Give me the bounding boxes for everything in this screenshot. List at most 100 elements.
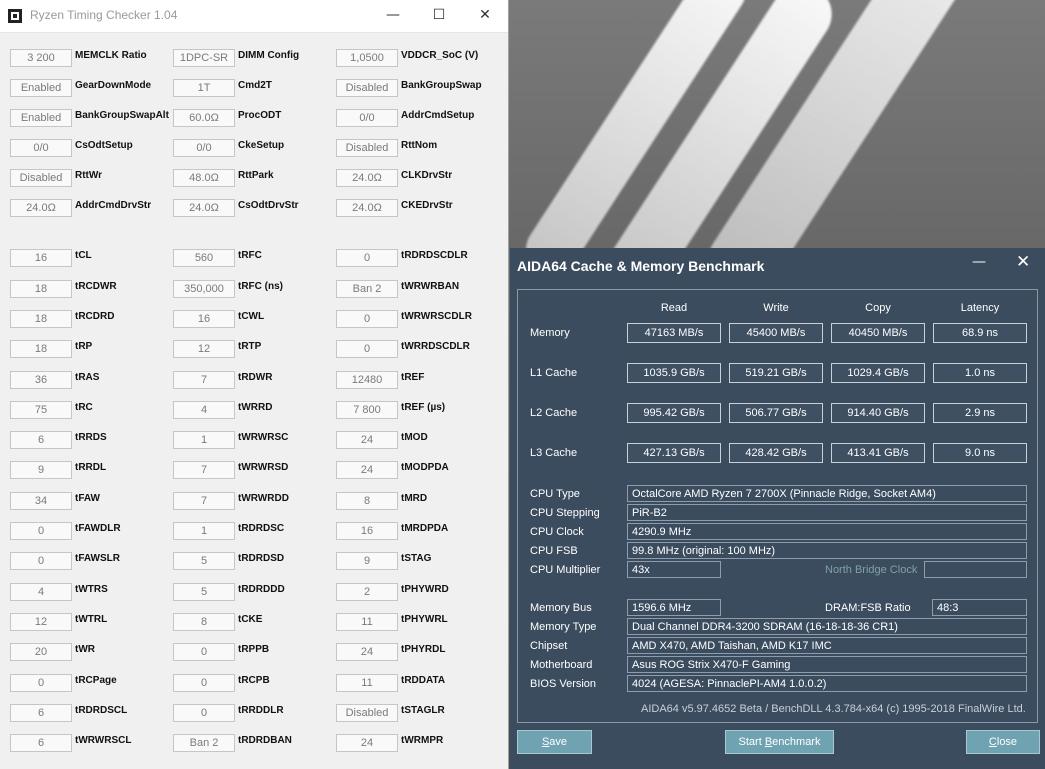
- l1-write-value: 519.21 GB/s: [729, 363, 823, 383]
- trcdwr-value: 18: [10, 280, 72, 298]
- tmod-value: 24: [336, 431, 398, 449]
- tphyrdl-label: tPHYRDL: [401, 644, 446, 655]
- tstaglr-value: Disabled: [336, 704, 398, 722]
- trcdrd-label: tRCDRD: [75, 311, 115, 322]
- trdrdscl-value: 6: [10, 704, 72, 722]
- bankgroupswapalt-label: BankGroupSwapAlt: [75, 110, 169, 121]
- trrds-value: 6: [10, 431, 72, 449]
- tfaw-label: tFAW: [75, 493, 100, 504]
- twrwrban-label: tWRWRBAN: [401, 281, 460, 292]
- trddata-value: 11: [336, 674, 398, 692]
- column-header-read: Read: [660, 302, 688, 314]
- tfaw-value: 34: [10, 492, 72, 510]
- twr-label: tWR: [75, 644, 95, 655]
- benchmark-panel: Read Write Copy Latency Memory 47163 MB/…: [517, 289, 1038, 723]
- start-benchmark-button[interactable]: Start Benchmark: [725, 730, 834, 754]
- tref-value: 12480: [336, 371, 398, 389]
- rttnom-value: Disabled: [336, 139, 398, 157]
- vddcr-soc-v-label: VDDCR_SoC (V): [401, 50, 479, 61]
- cpu-clock-label: CPU Clock: [530, 526, 584, 538]
- trdrddd-value: 5: [173, 583, 235, 601]
- cmd2t-label: Cmd2T: [238, 80, 272, 91]
- close-button-label: lose: [996, 736, 1018, 748]
- trdrdscl-label: tRDRDSCL: [75, 705, 128, 716]
- ckesetup-label: CkeSetup: [238, 140, 285, 151]
- trdrdsd-label: tRDRDSD: [238, 553, 285, 564]
- twtrs-value: 4: [10, 583, 72, 601]
- tmodpda-label: tMODPDA: [401, 462, 449, 473]
- rttnom-label: RttNom: [401, 140, 438, 151]
- dram-fsb-ratio-value: 48:3: [932, 599, 1027, 616]
- trcpb-value: 0: [173, 674, 235, 692]
- tstag-value: 9: [336, 552, 398, 570]
- trdrddd-label: tRDRDDD: [238, 584, 285, 595]
- row-label-memory: Memory: [530, 327, 570, 339]
- tphywrl-label: tPHYWRL: [401, 614, 448, 625]
- twrmpr-value: 24: [336, 734, 398, 752]
- tmrdpda-label: tMRDPDA: [401, 523, 449, 534]
- trdrdsc-label: tRDRDSC: [238, 523, 285, 534]
- minimize-icon[interactable]: —: [370, 0, 416, 32]
- twrrd-value: 4: [173, 401, 235, 419]
- tfawdlr-label: tFAWDLR: [75, 523, 121, 534]
- tfawslr-value: 0: [10, 552, 72, 570]
- csodtdrvstr-value: 24.0Ω: [173, 199, 235, 217]
- trcdrd-value: 18: [10, 310, 72, 328]
- bios-version-value: 4024 (AGESA: PinnaclePI-AM4 1.0.0.2): [627, 675, 1027, 692]
- window-title: Ryzen Timing Checker 1.04: [30, 8, 178, 22]
- start-benchmark-label-pre: Start: [738, 736, 765, 748]
- dimm-config-value: 1DPC-SR: [173, 49, 235, 67]
- tref-s-label: tREF (µs): [401, 402, 446, 413]
- twrwrdd-value: 7: [173, 492, 235, 510]
- tmodpda-value: 24: [336, 461, 398, 479]
- maximize-icon[interactable]: ☐: [416, 0, 462, 32]
- save-button[interactable]: Save: [517, 730, 592, 754]
- row-label-l1-cache: L1 Cache: [530, 367, 578, 379]
- close-button-accel: C: [988, 736, 997, 748]
- close-icon[interactable]: ✕: [462, 0, 508, 32]
- close-icon[interactable]: ✕: [1016, 252, 1030, 272]
- trp-value: 18: [10, 340, 72, 358]
- tphywrd-value: 2: [336, 583, 398, 601]
- memory-latency-value: 68.9 ns: [933, 323, 1027, 343]
- rttpark-label: RttPark: [238, 170, 274, 181]
- csodtsetup-label: CsOdtSetup: [75, 140, 133, 151]
- twrwrsc-value: 1: [173, 431, 235, 449]
- csodtdrvstr-label: CsOdtDrvStr: [238, 200, 299, 211]
- trtp-label: tRTP: [238, 341, 262, 352]
- twrwrscdlr-label: tWRWRSCDLR: [401, 311, 472, 322]
- chipset-value: AMD X470, AMD Taishan, AMD K17 IMC: [627, 637, 1027, 654]
- close-button[interactable]: Close: [966, 730, 1040, 754]
- rtc-title-bar[interactable]: Ryzen Timing Checker 1.04 — ☐ ✕: [0, 0, 508, 33]
- trrds-label: tRRDS: [75, 432, 107, 443]
- twr-value: 20: [10, 643, 72, 661]
- trcdwr-label: tRCDWR: [75, 281, 117, 292]
- trc-label: tRC: [75, 402, 93, 413]
- tstag-label: tSTAG: [401, 553, 432, 564]
- trdrdsd-value: 5: [173, 552, 235, 570]
- tref-s-value: 7 800: [336, 401, 398, 419]
- version-footer: AIDA64 v5.97.4652 Beta / BenchDLL 4.3.78…: [641, 703, 1026, 715]
- l2-latency-value: 2.9 ns: [933, 403, 1027, 423]
- memory-copy-value: 40450 MB/s: [831, 323, 925, 343]
- bankgroupswap-label: BankGroupSwap: [401, 80, 482, 91]
- trdrdsc-value: 1: [173, 522, 235, 540]
- addrcmddrvstr-label: AddrCmdDrvStr: [75, 200, 152, 211]
- minimize-icon[interactable]: —: [972, 254, 986, 270]
- cpu-type-label: CPU Type: [530, 488, 580, 500]
- l1-latency-value: 1.0 ns: [933, 363, 1027, 383]
- geardownmode-label: GearDownMode: [75, 80, 152, 91]
- column-header-write: Write: [763, 302, 789, 314]
- tphyrdl-value: 24: [336, 643, 398, 661]
- cpu-stepping-label: CPU Stepping: [530, 507, 600, 519]
- twrwrban-value: Ban 2: [336, 280, 398, 298]
- tcwl-value: 16: [173, 310, 235, 328]
- ryzen-timing-checker-window: Ryzen Timing Checker 1.04 — ☐ ✕ 3 200 MEM…: [0, 0, 509, 769]
- column-header-latency: Latency: [960, 302, 1000, 314]
- trdwr-label: tRDWR: [238, 372, 273, 383]
- rttpark-value: 48.0Ω: [173, 169, 235, 187]
- trcpage-value: 0: [10, 674, 72, 692]
- tmrd-value: 8: [336, 492, 398, 510]
- twrwrscdlr-value: 0: [336, 310, 398, 328]
- ckesetup-value: 0/0: [173, 139, 235, 157]
